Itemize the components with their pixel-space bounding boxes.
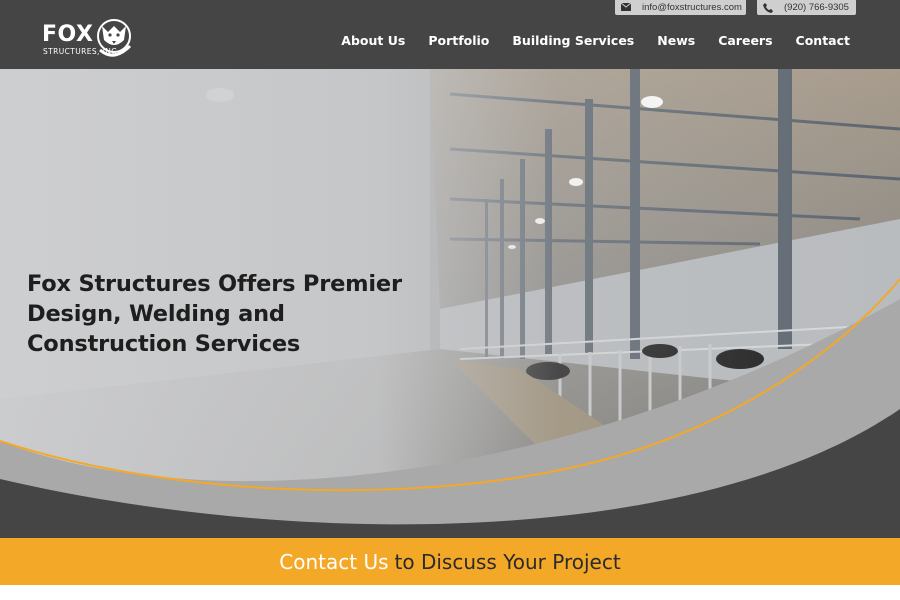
logo-wordmark: FOX (42, 22, 94, 47)
site-header: FOX STRUCTURES, INC. info@foxstructures.… (0, 0, 900, 69)
email-contact-chip[interactable]: info@foxstructures.com (615, 0, 746, 15)
fox-mascot-icon (97, 19, 132, 57)
nav-contact[interactable]: Contact (796, 33, 850, 48)
hero-banner: Fox Structures Offers Premier Design, We… (0, 69, 900, 538)
cta-banner: Contact Us to Discuss Your Project (0, 538, 900, 585)
envelope-icon (621, 2, 633, 13)
main-navigation: About Us Portfolio Building Services New… (318, 33, 850, 48)
phone-number: (920) 766-9305 (784, 2, 849, 13)
nav-about-us[interactable]: About Us (341, 33, 405, 48)
phone-contact-chip[interactable]: (920) 766-9305 (757, 0, 856, 15)
nav-building-services[interactable]: Building Services (512, 33, 634, 48)
cta-text: to Discuss Your Project (394, 549, 621, 574)
nav-careers[interactable]: Careers (718, 33, 772, 48)
contact-us-link[interactable]: Contact Us (279, 550, 388, 574)
hero-heading: Fox Structures Offers Premier Design, We… (27, 271, 402, 357)
footer-strip (0, 585, 900, 600)
phone-icon (763, 2, 775, 13)
company-logo[interactable]: FOX STRUCTURES, INC. (42, 14, 134, 62)
email-address: info@foxstructures.com (642, 2, 742, 13)
nav-news[interactable]: News (657, 33, 695, 48)
nav-portfolio[interactable]: Portfolio (428, 33, 489, 48)
